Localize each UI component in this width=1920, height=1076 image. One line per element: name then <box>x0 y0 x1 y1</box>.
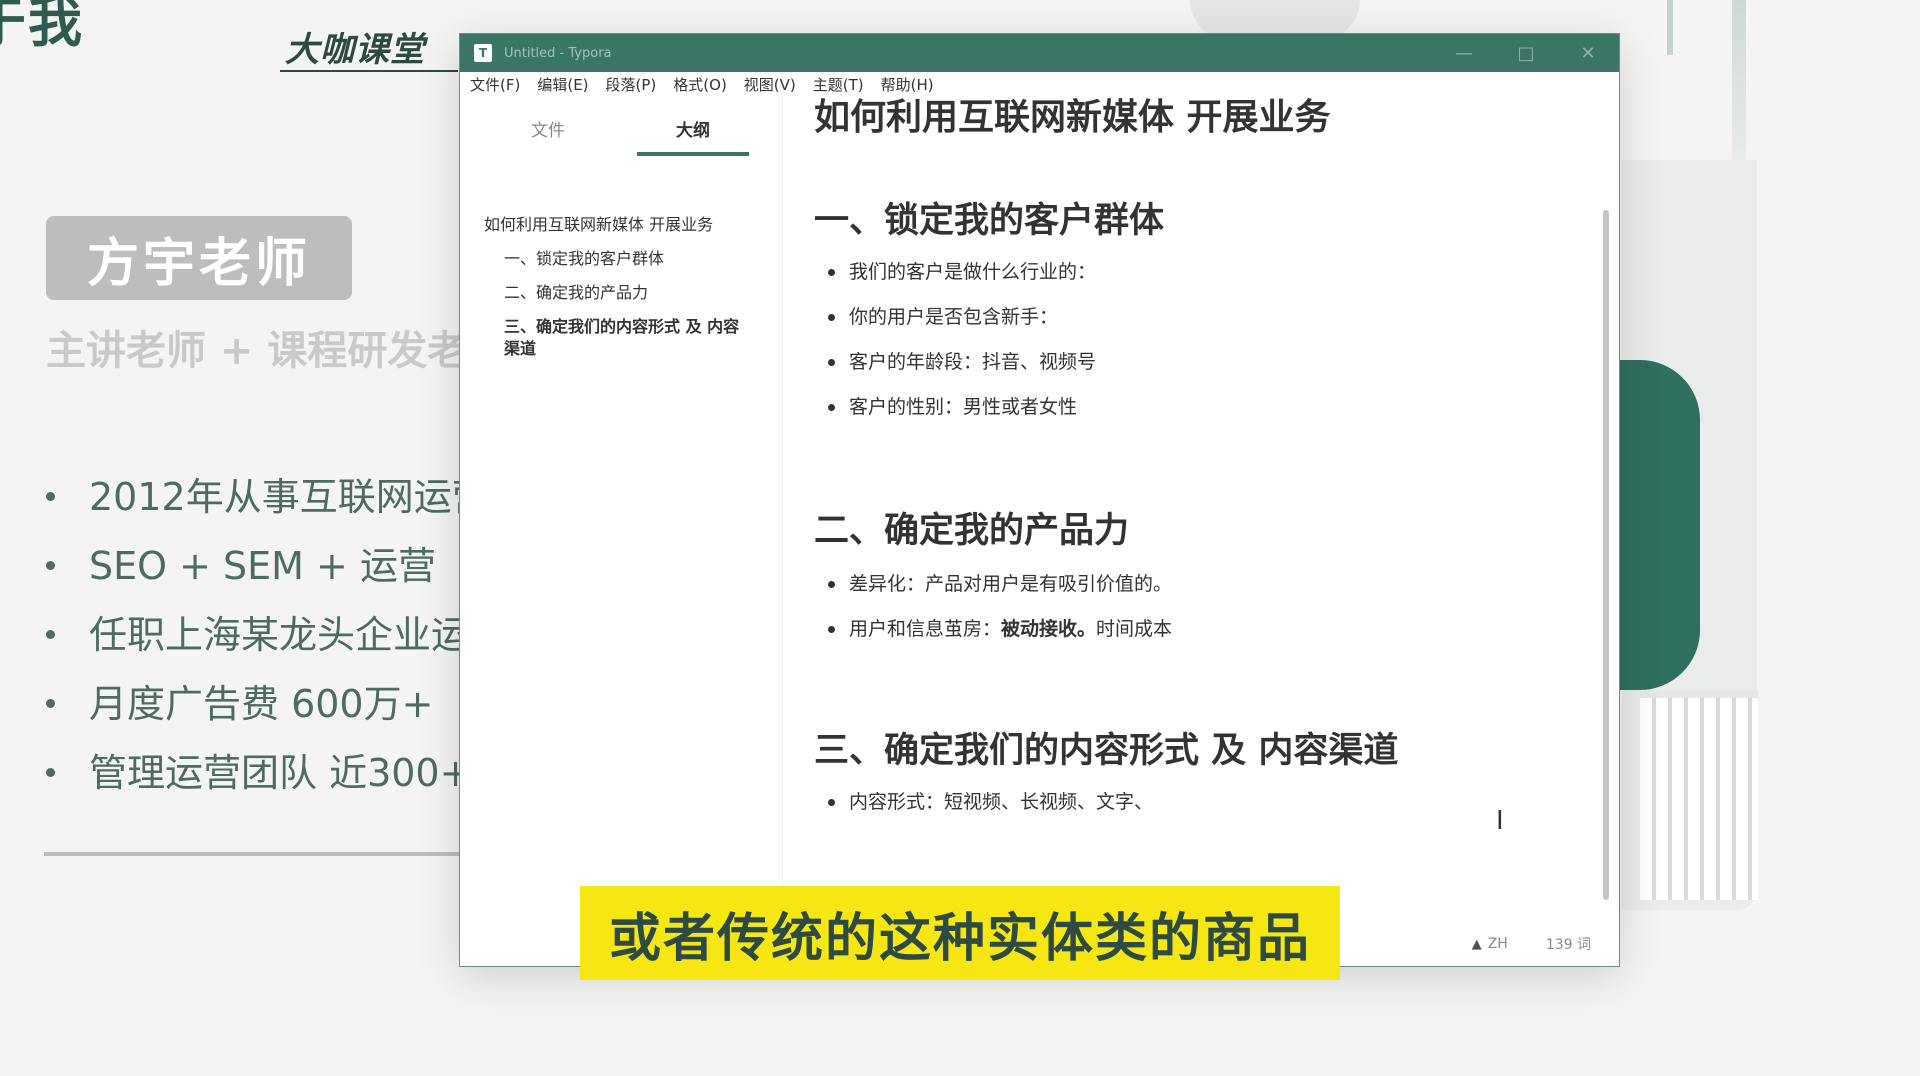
minimize-icon[interactable]: — <box>1433 34 1495 72</box>
menu-bar: 文件(F) 编辑(E) 段落(P) 格式(O) 视图(V) 主题(T) 帮助(H… <box>460 72 1619 96</box>
app-icon: T <box>474 44 492 62</box>
decor-chair <box>1640 690 1758 900</box>
section-heading-3: 三、确定我们的内容形式 及 内容渠道 <box>814 731 1399 771</box>
bio-item: 任职上海某龙头企业运 <box>46 600 490 669</box>
list-item-text: 客户的性别：男性或者女性 <box>849 396 1078 418</box>
teacher-badge: 方宇老师 <box>46 216 352 300</box>
outline-item-title[interactable]: 如何利用互联网新媒体 开展业务 <box>484 214 754 236</box>
list-item-bold-text: 被动接收。 <box>1001 618 1097 640</box>
list-item: 我们的客户是做什么行业的： <box>828 250 1096 295</box>
menu-format[interactable]: 格式(O) <box>673 74 727 95</box>
list-item-text: 时间成本 <box>1096 618 1173 640</box>
outline-item-section-1[interactable]: 一、锁定我的客户群体 <box>484 248 754 270</box>
status-bar: ▲ ZH 139 词 <box>1472 934 1591 954</box>
sidebar: 文件 大纲 如何利用互联网新媒体 开展业务 一、锁定我的客户群体 二、确定我的产… <box>460 96 783 968</box>
scrollbar[interactable] <box>1603 210 1609 900</box>
tab-active-indicator <box>637 152 749 156</box>
section-1-list: 我们的客户是做什么行业的： 你的用户是否包含新手： 客户的年龄段：抖音、视频号 … <box>828 250 1096 430</box>
section-heading-2: 二、确定我的产品力 <box>814 511 1130 551</box>
brand-logo: 大咖课堂 <box>285 30 425 70</box>
bullet-icon <box>828 314 835 321</box>
slide-heading: 于我 <box>0 0 84 54</box>
list-item: 内容形式：短视频、长视频、文字、 <box>828 780 1153 825</box>
list-item-text: 我们的客户是做什么行业的： <box>849 261 1097 283</box>
list-item: 用户和信息茧房： 被动接收。 时间成本 <box>828 607 1172 652</box>
title-bar[interactable]: T Untitled - Typora — □ ✕ <box>460 34 1619 72</box>
bio-text: 管理运营团队 近300+ <box>89 750 472 795</box>
bullet-icon <box>828 269 835 276</box>
window-controls: — □ ✕ <box>1433 34 1619 72</box>
list-item: 客户的性别：男性或者女性 <box>828 385 1096 430</box>
list-item-text: 你的用户是否包含新手： <box>849 306 1059 328</box>
list-item-text: 内容形式：短视频、长视频、文字、 <box>849 791 1154 813</box>
language-indicator[interactable]: ZH <box>1488 936 1508 952</box>
editor-area[interactable]: 如何利用互联网新媒体 开展业务 一、锁定我的客户群体 我们的客户是做什么行业的：… <box>784 96 1621 968</box>
bullet-icon <box>828 404 835 411</box>
bio-text: SEO + SEM + 运营 <box>89 543 436 588</box>
outline-item-section-2[interactable]: 二、确定我的产品力 <box>484 282 754 304</box>
warning-icon[interactable]: ▲ <box>1472 937 1482 952</box>
list-item-text: 客户的年龄段：抖音、视频号 <box>849 351 1097 373</box>
outline-list: 如何利用互联网新媒体 开展业务 一、锁定我的客户群体 二、确定我的产品力 三、确… <box>484 214 754 372</box>
decor-stem <box>1732 0 1746 165</box>
list-item: 差异化：产品对用户是有吸引价值的。 <box>828 562 1172 607</box>
list-item: 客户的年龄段：抖音、视频号 <box>828 340 1096 385</box>
menu-paragraph[interactable]: 段落(P) <box>606 74 657 95</box>
brand-underline <box>280 70 458 72</box>
bullet-icon <box>46 699 55 708</box>
slide-divider <box>44 852 464 856</box>
list-item-text: 差异化：产品对用户是有吸引价值的。 <box>849 573 1173 595</box>
section-heading-1: 一、锁定我的客户群体 <box>814 201 1165 241</box>
tab-files[interactable]: 文件 <box>492 116 604 141</box>
menu-help[interactable]: 帮助(H) <box>881 74 934 95</box>
tab-outline[interactable]: 大纲 <box>637 116 749 141</box>
doc-title: 如何利用互联网新媒体 开展业务 <box>814 97 1331 138</box>
teacher-role: 主讲老师 + 课程研发老 <box>46 328 468 374</box>
outline-item-section-3[interactable]: 三、确定我们的内容形式 及 内容渠道 <box>484 316 754 360</box>
bullet-icon <box>46 630 55 639</box>
typora-window: T Untitled - Typora — □ ✕ 文件(F) 编辑(E) 段落… <box>459 33 1621 968</box>
bio-item: 月度广告费 600万+ <box>46 669 490 738</box>
bullet-icon <box>828 626 835 633</box>
bio-text: 任职上海某龙头企业运 <box>89 612 470 657</box>
section-2-list: 差异化：产品对用户是有吸引价值的。 用户和信息茧房： 被动接收。 时间成本 <box>828 562 1172 652</box>
bio-item: 管理运营团队 近300+ <box>46 738 490 807</box>
bullet-icon <box>46 561 55 570</box>
bio-list: 2012年从事互联网运营 SEO + SEM + 运营 任职上海某龙头企业运 月… <box>46 462 490 807</box>
menu-view[interactable]: 视图(V) <box>744 74 796 95</box>
bio-text: 月度广告费 600万+ <box>89 681 434 726</box>
list-item: 你的用户是否包含新手： <box>828 295 1096 340</box>
bullet-icon <box>46 492 55 501</box>
bullet-icon <box>828 799 835 806</box>
decor-plant <box>1620 360 1700 690</box>
close-icon[interactable]: ✕ <box>1557 34 1619 72</box>
section-3-list: 内容形式：短视频、长视频、文字、 <box>828 780 1153 825</box>
bullet-icon <box>828 359 835 366</box>
bio-text: 2012年从事互联网运营 <box>89 474 490 519</box>
menu-file[interactable]: 文件(F) <box>470 74 520 95</box>
window-title: Untitled - Typora <box>504 45 612 61</box>
menu-theme[interactable]: 主题(T) <box>813 74 864 95</box>
decor-stem <box>1667 0 1673 55</box>
text-cursor-icon: I <box>1496 806 1504 836</box>
list-item-text: 用户和信息茧房： <box>849 618 1002 640</box>
word-count[interactable]: 139 词 <box>1546 934 1591 954</box>
bullet-icon <box>828 581 835 588</box>
bio-item: 2012年从事互联网运营 <box>46 462 490 531</box>
sidebar-tabs: 文件 大纲 <box>460 96 782 166</box>
video-subtitle: 或者传统的这种实体类的商品 <box>580 886 1340 980</box>
bullet-icon <box>46 768 55 777</box>
bio-item: SEO + SEM + 运营 <box>46 531 490 600</box>
maximize-icon[interactable]: □ <box>1495 34 1557 72</box>
menu-edit[interactable]: 编辑(E) <box>537 74 588 95</box>
